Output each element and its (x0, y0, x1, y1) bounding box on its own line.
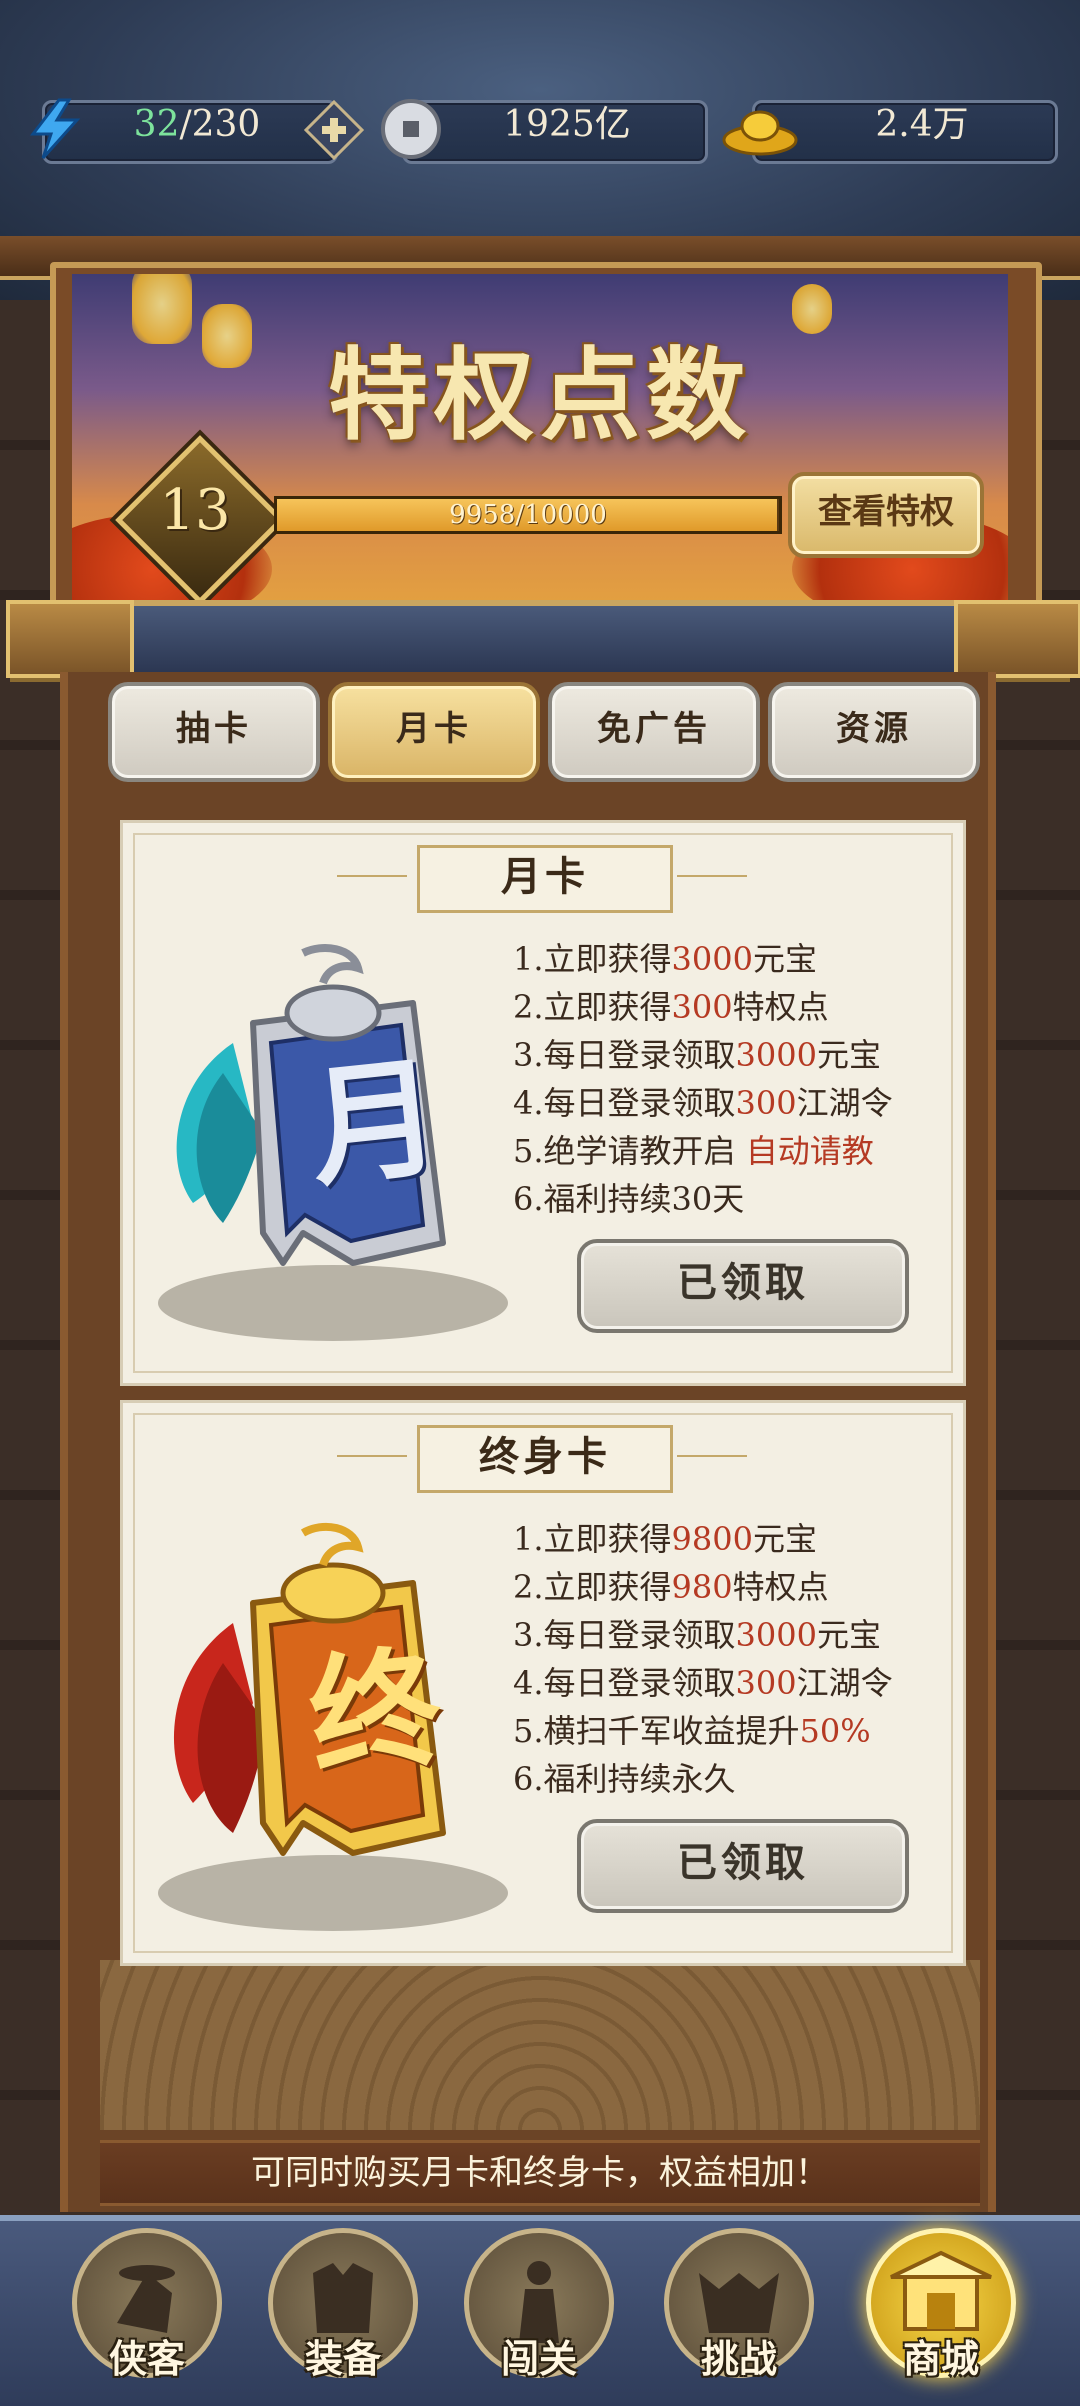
nav-stages[interactable]: 闯关 (464, 2228, 614, 2381)
benefit-highlight: 3000 (735, 1036, 817, 1074)
scroll-rod (10, 600, 1070, 682)
nav-shop[interactable]: 商城 (866, 2228, 1016, 2381)
benefit-text: 3.每日登录领取 (513, 1036, 736, 1074)
benefit-text: 6.福利持续永久 (513, 1760, 736, 1798)
nav-label: 侠客 (108, 2336, 185, 2381)
benefit-text: 4.每日登录领取 (513, 1664, 736, 1702)
panel-pattern (100, 1960, 980, 2130)
benefit-text: 特权点 (732, 988, 829, 1026)
lifetime-claimed-button[interactable]: 已领取 (577, 1819, 909, 1913)
card-title: 月卡 (417, 845, 673, 913)
benefit-item: 6.福利持续永久 (513, 1755, 953, 1803)
benefit-highlight: 50% (799, 1712, 871, 1750)
gold-ingot-icon (720, 100, 800, 160)
lightning-icon (22, 98, 88, 160)
benefit-text: 特权点 (732, 1568, 829, 1606)
view-privileges-button[interactable]: 查看特权 (788, 472, 984, 558)
tab-monthly-card[interactable]: 月卡 (328, 682, 540, 782)
scroll-rod-cap (954, 600, 1080, 678)
benefit-text: 5.绝学请教开启 (513, 1132, 746, 1170)
benefit-text: 6.福利持续30天 (513, 1180, 745, 1218)
benefit-item: 6.福利持续30天 (513, 1175, 953, 1223)
silver-value: 1925亿 (503, 104, 631, 145)
benefit-text: 元宝 (816, 1036, 881, 1074)
benefit-text: 江湖令 (796, 1664, 893, 1702)
benefit-text: 2.立即获得 (513, 1568, 672, 1606)
benefit-highlight: 9800 (671, 1520, 753, 1558)
tab-draw[interactable]: 抽卡 (108, 682, 320, 782)
monthly-claimed-button[interactable]: 已领取 (577, 1239, 909, 1333)
benefit-text: 2.立即获得 (513, 988, 672, 1026)
title-ornament (337, 875, 407, 877)
benefit-list: 1.立即获得9800元宝 2.立即获得980特权点 3.每日登录领取3000元宝 4.… (513, 1515, 953, 1803)
benefit-item: 1.立即获得3000元宝 (513, 935, 953, 983)
tab-resources[interactable]: 资源 (768, 682, 980, 782)
benefit-item: 2.立即获得300特权点 (513, 983, 953, 1031)
progress-text: 9958/10000 (449, 500, 607, 530)
benefit-item: 1.立即获得9800元宝 (513, 1515, 953, 1563)
benefit-highlight: 3000 (735, 1616, 817, 1654)
scroll-rod-cap (6, 600, 134, 678)
lifetime-card-panel: 终身卡 终 1.立即获得9800元宝 2.立即获得980特权点 3.每日登录领取30… (120, 1400, 966, 1966)
benefit-text: 1.立即获得 (513, 1520, 672, 1558)
emblem-character: 月 (302, 1039, 448, 1206)
monthly-card-panel: 月卡 月 1.立即获得3000元宝 2.立即获得300特权点 3.每日登录领取300… (120, 820, 966, 1386)
emblem-character: 终 (302, 1629, 448, 1796)
benefit-text: 1.立即获得 (513, 940, 672, 978)
benefit-text: 元宝 (752, 940, 817, 978)
title-ornament (677, 875, 747, 877)
title-ornament (337, 1455, 407, 1457)
benefit-item: 4.每日登录领取300江湖令 (513, 1079, 953, 1127)
benefit-highlight: 300 (735, 1664, 797, 1702)
nav-label: 闯关 (500, 2336, 577, 2381)
benefit-text: 4.每日登录领取 (513, 1084, 736, 1122)
nav-swordsman[interactable]: 侠客 (72, 2228, 222, 2381)
energy-current: 32 (133, 104, 180, 145)
benefit-highlight: 自动请教 (745, 1132, 874, 1170)
benefit-item: 5.绝学请教开启 自动请教 (513, 1127, 953, 1175)
nav-label: 挑战 (700, 2336, 777, 2381)
category-tabs: 抽卡 月卡 免广告 资源 (108, 682, 980, 782)
tab-no-ads[interactable]: 免广告 (548, 682, 760, 782)
benefit-text: 元宝 (816, 1616, 881, 1654)
benefit-item: 4.每日登录领取300江湖令 (513, 1659, 953, 1707)
energy-max: /230 (179, 104, 261, 145)
benefit-highlight: 300 (735, 1084, 797, 1122)
silver-coin-icon (378, 96, 444, 162)
nav-label: 商城 (902, 2336, 979, 2381)
privilege-progress-bar: 9958/10000 (274, 496, 782, 534)
gold-value: 2.4万 (875, 104, 969, 145)
nav-equipment[interactable]: 装备 (268, 2228, 418, 2381)
benefit-text: 元宝 (752, 1520, 817, 1558)
benefit-item: 3.每日登录领取3000元宝 (513, 1031, 953, 1079)
benefit-item: 2.立即获得980特权点 (513, 1563, 953, 1611)
benefit-text: 5.横扫千军收益提升 (513, 1712, 800, 1750)
benefit-item: 3.每日登录领取3000元宝 (513, 1611, 953, 1659)
benefit-highlight: 300 (671, 988, 733, 1026)
benefit-highlight: 3000 (671, 940, 753, 978)
benefit-item: 5.横扫千军收益提升50% (513, 1707, 953, 1755)
benefit-text: 江湖令 (796, 1084, 893, 1122)
title-ornament (677, 1455, 747, 1457)
purchase-note: 可同时购买月卡和终身卡，权益相加！ (100, 2140, 980, 2206)
resource-bar: 32/230 1925亿 2.4万 (22, 96, 1058, 164)
card-title: 终身卡 (417, 1425, 673, 1493)
nav-challenge[interactable]: 挑战 (664, 2228, 814, 2381)
benefit-list: 1.立即获得3000元宝 2.立即获得300特权点 3.每日登录领取3000元宝 4.… (513, 935, 953, 1223)
vip-level-number: 13 (159, 478, 231, 543)
benefit-text: 3.每日登录领取 (513, 1616, 736, 1654)
nav-label: 装备 (304, 2336, 381, 2381)
banner-title: 特权点数 (328, 336, 752, 454)
energy-value: 32/230 (92, 96, 302, 154)
add-energy-button[interactable] (304, 100, 364, 160)
benefit-highlight: 980 (671, 1568, 733, 1606)
